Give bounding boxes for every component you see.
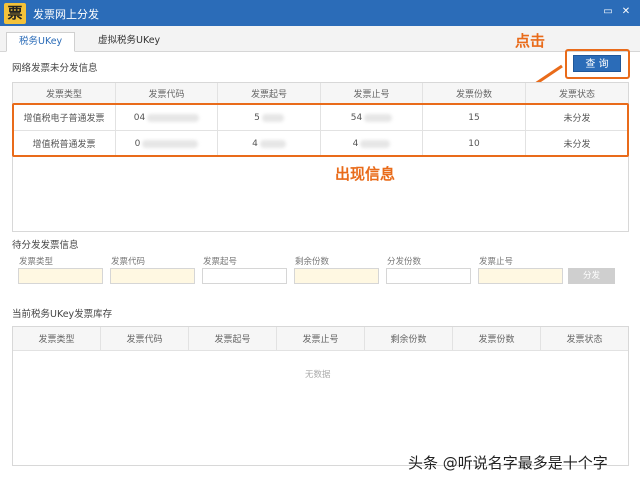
- annotation-info: 出现信息: [335, 165, 396, 183]
- watermark-text: 头条 @听说名字最多是十个字: [408, 454, 608, 472]
- header-invoice-type: 发票类型: [13, 327, 101, 351]
- distribute-button[interactable]: 分发: [568, 268, 615, 284]
- table-header-row: 发票类型 发票代码 发票起号 发票止号 发票份数 发票状态: [13, 83, 628, 105]
- table-header-row: 发票类型 发票代码 发票起号 发票止号 剩余份数 发票份数 发票状态: [13, 327, 628, 351]
- header-invoice-code: 发票代码: [101, 327, 189, 351]
- label-end-number: 发票止号: [479, 257, 514, 267]
- header-end-number: 发票止号: [277, 327, 365, 351]
- invoice-code-field[interactable]: [110, 268, 195, 284]
- header-invoice-count: 发票份数: [453, 327, 541, 351]
- invoice-type-field[interactable]: [18, 268, 103, 284]
- rows-highlight: [12, 103, 629, 157]
- end-number-field[interactable]: [478, 268, 563, 284]
- header-invoice-status: 发票状态: [526, 83, 628, 105]
- header-invoice-type: 发票类型: [13, 83, 116, 105]
- start-number-field[interactable]: [202, 268, 287, 284]
- label-distribute-count: 分发份数: [387, 257, 422, 267]
- label-remaining-count: 剩余份数: [295, 257, 330, 267]
- empty-state-text: 无数据: [305, 370, 331, 380]
- header-invoice-count: 发票份数: [423, 83, 526, 105]
- remaining-count-field[interactable]: [294, 268, 379, 284]
- header-remaining-count: 剩余份数: [365, 327, 453, 351]
- query-button[interactable]: 查 询: [573, 55, 621, 72]
- label-invoice-code: 发票代码: [111, 257, 146, 267]
- header-invoice-status: 发票状态: [541, 327, 628, 351]
- header-end-number: 发票止号: [321, 83, 423, 105]
- header-start-number: 发票起号: [189, 327, 277, 351]
- header-start-number: 发票起号: [218, 83, 321, 105]
- pending-section-title: 待分发发票信息: [12, 240, 79, 251]
- distribute-count-field[interactable]: [386, 268, 471, 284]
- label-start-number: 发票起号: [203, 257, 238, 267]
- label-invoice-type: 发票类型: [19, 257, 54, 267]
- inventory-table: 发票类型 发票代码 发票起号 发票止号 剩余份数 发票份数 发票状态: [12, 326, 629, 466]
- header-invoice-code: 发票代码: [116, 83, 218, 105]
- inventory-section-title: 当前税务UKey发票库存: [12, 309, 113, 320]
